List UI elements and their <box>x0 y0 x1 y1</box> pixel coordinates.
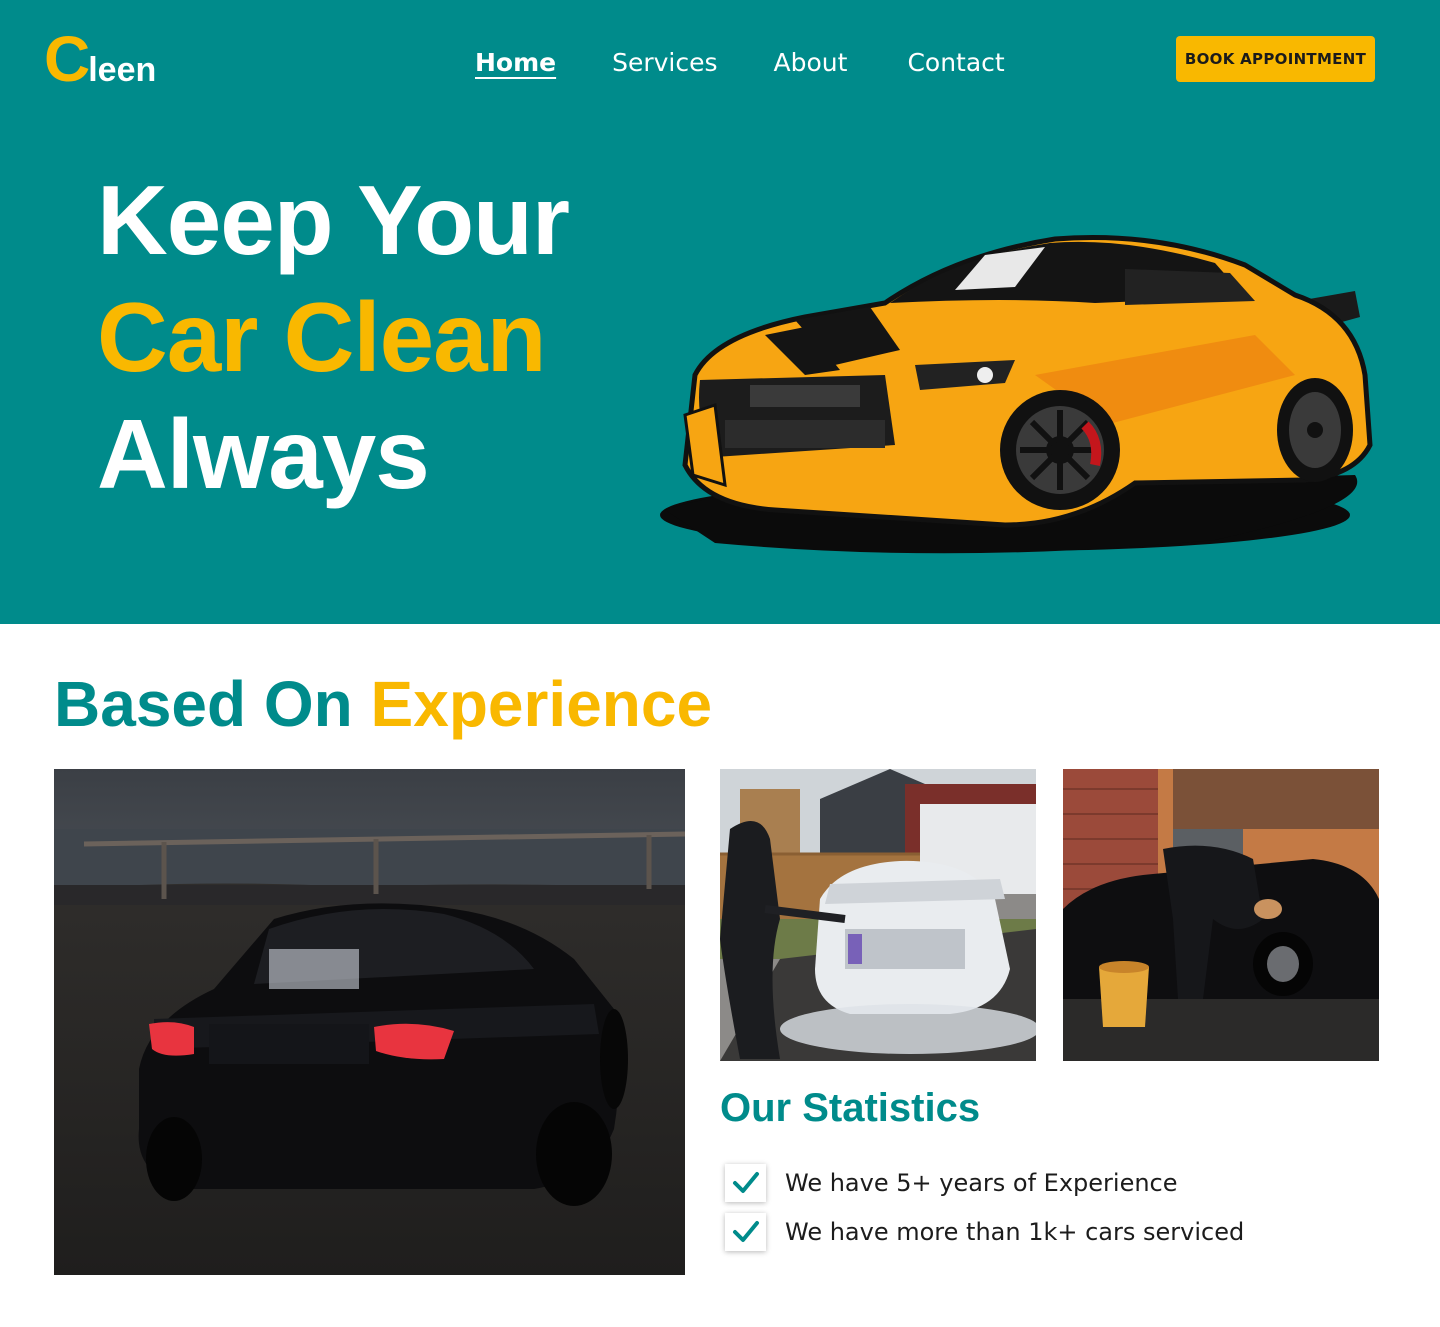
logo-text: leen <box>88 51 157 89</box>
hand-washing-car-photo <box>1063 769 1379 1061</box>
yellow-sports-car-illustration <box>660 235 1373 554</box>
nav-link-home[interactable]: Home <box>475 44 556 82</box>
headline-line-3: Always <box>97 399 430 509</box>
nav-link-services[interactable]: Services <box>612 44 717 82</box>
nav-link-contact[interactable]: Contact <box>907 44 1004 82</box>
car-foam-washing-photo <box>720 769 1036 1061</box>
statistic-text: We have 5+ years of Experience <box>785 1169 1178 1197</box>
statistics-heading: Our Statistics <box>720 1086 981 1130</box>
hero-headline: Keep Your Car Clean Always <box>97 162 570 513</box>
nav-link-about[interactable]: About <box>774 44 848 82</box>
book-appointment-button[interactable]: BOOK APPOINTMENT <box>1176 36 1375 82</box>
hero-section: C leen Home Services About Contact BOOK … <box>0 0 1440 624</box>
headline-line-1: Keep Your <box>97 165 570 275</box>
statistic-item: We have 5+ years of Experience <box>725 1164 1178 1202</box>
experience-heading: Based On Experience <box>54 666 712 742</box>
experience-heading-part2: Experience <box>370 668 713 740</box>
statistic-text: We have more than 1k+ cars serviced <box>785 1218 1245 1246</box>
brand-logo[interactable]: C leen <box>44 24 156 94</box>
experience-heading-part1: Based On <box>54 668 353 740</box>
check-icon <box>725 1164 766 1202</box>
check-icon <box>725 1213 766 1251</box>
statistic-item: We have more than 1k+ cars serviced <box>725 1213 1244 1251</box>
headline-line-2: Car Clean <box>97 282 547 392</box>
black-coupe-rear-photo <box>54 769 685 1275</box>
logo-initial: C <box>44 23 91 95</box>
main-nav: Home Services About Contact <box>475 44 1061 82</box>
